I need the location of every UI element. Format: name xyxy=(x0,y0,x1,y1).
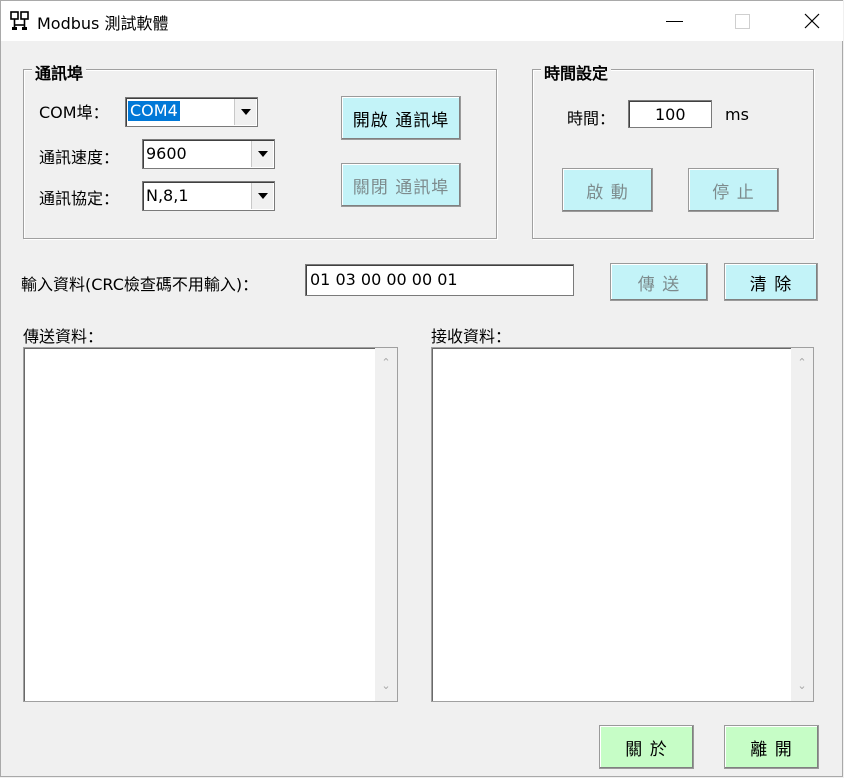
input-data-field[interactable]: 01 03 00 00 00 01 xyxy=(305,264,574,296)
com-port-label: COM埠： xyxy=(39,103,109,122)
timer-group-title: 時間設定 xyxy=(541,60,612,84)
about-button[interactable]: 關 於 xyxy=(599,725,694,769)
app-window: Modbus 測試軟體 通訊埠 COM埠： COM4 通訊速度： 9600 通訊… xyxy=(0,0,843,777)
protocol-value: N,8,1 xyxy=(146,186,189,205)
input-data-label: 輸入資料(CRC檢查碼不用輸入)： xyxy=(21,275,259,294)
receive-data-textarea[interactable]: ⌃ ⌄ xyxy=(431,347,814,702)
baud-rate-select[interactable]: 9600 xyxy=(142,139,275,169)
clear-button[interactable]: 清 除 xyxy=(724,263,818,301)
scroll-up-icon[interactable]: ⌃ xyxy=(797,357,807,368)
maximize-button[interactable] xyxy=(719,1,765,41)
time-value: 100 xyxy=(655,105,686,124)
receive-data-label: 接收資料： xyxy=(431,327,512,346)
minimize-button[interactable] xyxy=(651,1,697,41)
protocol-select[interactable]: N,8,1 xyxy=(142,181,275,211)
com-port-value: COM4 xyxy=(128,101,180,121)
chevron-down-icon xyxy=(257,151,268,157)
send-data-textarea[interactable]: ⌃ ⌄ xyxy=(23,347,398,702)
modbus-app-icon xyxy=(10,11,29,30)
chevron-down-icon xyxy=(257,193,268,199)
scroll-down-icon[interactable]: ⌄ xyxy=(797,680,807,691)
close-button[interactable] xyxy=(789,1,835,41)
scroll-up-icon[interactable]: ⌃ xyxy=(381,357,391,368)
open-port-button[interactable]: 開啟 通訊埠 xyxy=(341,96,461,140)
maximize-icon xyxy=(734,13,750,29)
send-data-label: 傳送資料： xyxy=(23,327,104,346)
timer-group: 時間設定 xyxy=(532,60,814,239)
protocol-dropdown-button[interactable] xyxy=(251,183,273,209)
time-input[interactable]: 100 xyxy=(628,100,712,128)
baud-rate-label: 通訊速度： xyxy=(39,148,120,167)
minimize-icon xyxy=(665,20,683,22)
baud-rate-dropdown-button[interactable] xyxy=(251,141,273,167)
send-data-scrollbar[interactable]: ⌃ ⌄ xyxy=(375,348,397,701)
com-port-select[interactable]: COM4 xyxy=(125,97,258,127)
send-button[interactable]: 傳 送 xyxy=(610,263,708,301)
stop-button[interactable]: 停 止 xyxy=(688,168,779,212)
input-data-value: 01 03 00 00 00 01 xyxy=(310,270,458,289)
window-title: Modbus 測試軟體 xyxy=(37,14,169,33)
title-bar[interactable]: Modbus 測試軟體 xyxy=(1,1,843,41)
exit-button[interactable]: 離 開 xyxy=(724,725,819,769)
comm-port-group-title: 通訊埠 xyxy=(32,60,87,84)
baud-rate-value: 9600 xyxy=(146,144,187,163)
close-port-button[interactable]: 關閉 通訊埠 xyxy=(341,163,461,207)
chevron-down-icon xyxy=(240,109,251,115)
time-label: 時間： xyxy=(567,109,616,128)
close-icon xyxy=(804,13,820,29)
com-port-dropdown-button[interactable] xyxy=(234,99,256,125)
time-unit: ms xyxy=(725,105,749,124)
start-button[interactable]: 啟 動 xyxy=(562,168,653,212)
receive-data-scrollbar[interactable]: ⌃ ⌄ xyxy=(791,348,813,701)
protocol-label: 通訊協定： xyxy=(39,189,120,208)
scroll-down-icon[interactable]: ⌄ xyxy=(381,680,391,691)
